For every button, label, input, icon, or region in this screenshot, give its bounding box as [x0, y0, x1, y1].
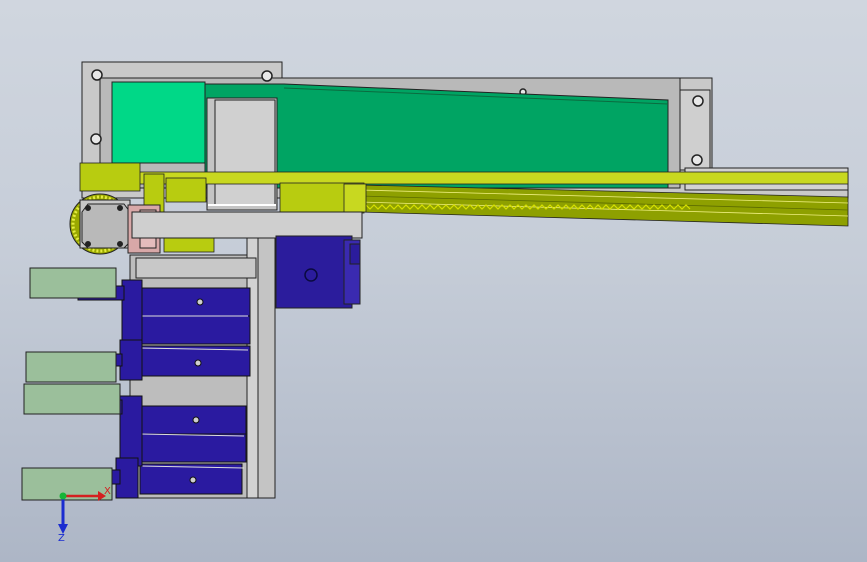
servo-cap [349, 243, 361, 265]
hole-right-bottom [691, 154, 703, 166]
rail-body [129, 171, 849, 185]
frame-right-strip [257, 237, 276, 499]
cylinder-1 [139, 287, 251, 317]
jaw-1 [29, 267, 117, 299]
frame-top-plate [135, 257, 257, 279]
guide-rail [79, 162, 849, 253]
cyl-mount-2 [119, 339, 143, 381]
x-axis-label: X [104, 486, 111, 497]
hole-left-mid [90, 133, 102, 145]
jaw-2 [25, 351, 117, 383]
jaw-3 [23, 383, 121, 415]
cyl-mount-3 [119, 395, 143, 467]
horizontal-plate [131, 211, 363, 239]
servo-motor [275, 235, 361, 309]
cad-viewport[interactable]: X Z [0, 0, 867, 562]
hole-right-top [692, 95, 704, 107]
cyl-mount-1 [121, 279, 143, 349]
hole-top-left [91, 69, 103, 81]
servo-body [275, 235, 353, 309]
gripper-jaws [21, 267, 121, 501]
motor-block [111, 81, 206, 164]
rail-slider-2 [165, 177, 207, 203]
rail-slider-3b [343, 183, 367, 213]
hole-top-mid [261, 70, 273, 82]
cylinder-2 [139, 345, 251, 377]
assembly-model: X Z [21, 61, 849, 544]
carriage-face [214, 99, 276, 206]
triad-origin [59, 492, 67, 500]
z-axis-label: Z [58, 533, 65, 544]
rail-left-block [79, 162, 141, 192]
